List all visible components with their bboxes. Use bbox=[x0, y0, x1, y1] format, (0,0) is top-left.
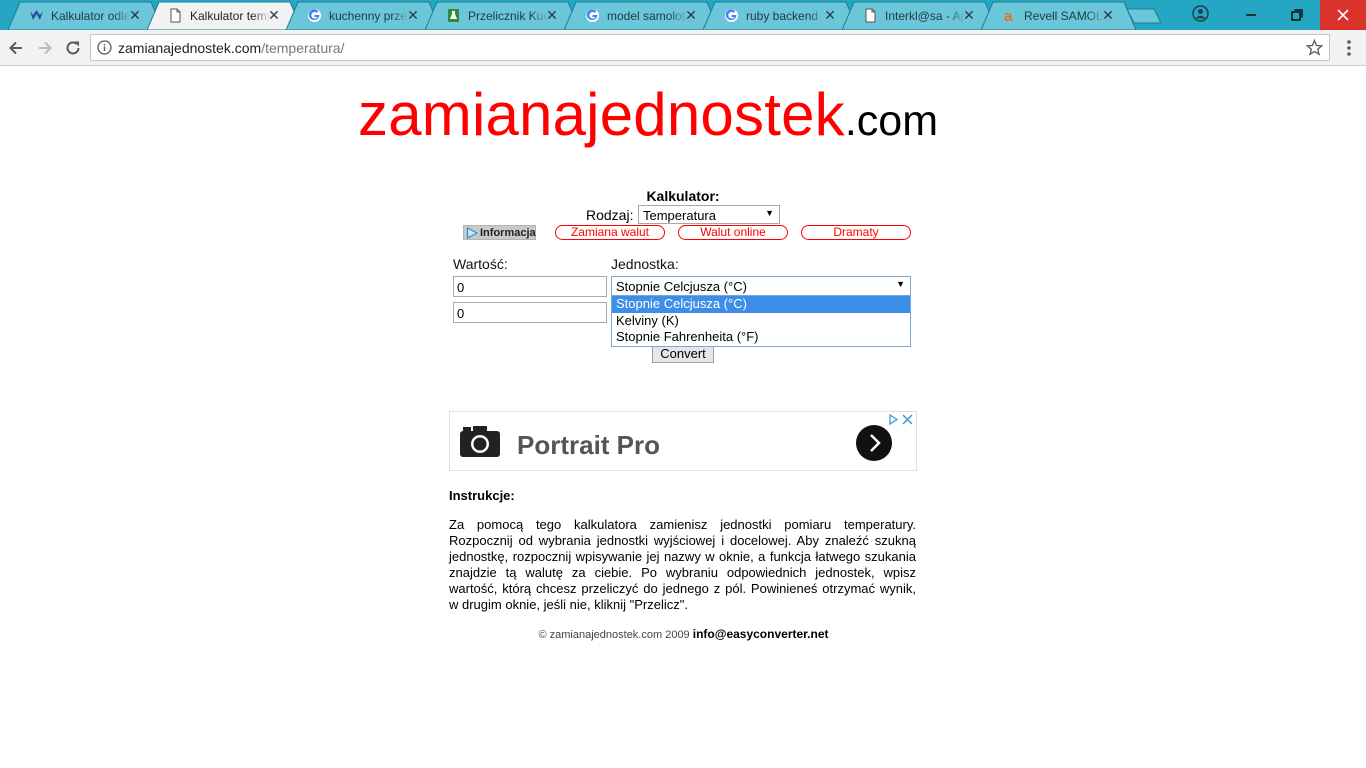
arrow-right-icon[interactable] bbox=[855, 424, 893, 462]
unit-select-value: Stopnie Celcjusza (°C) bbox=[616, 279, 747, 294]
calculator-logo-icon bbox=[30, 10, 43, 20]
convert-button[interactable]: Convert bbox=[652, 345, 714, 363]
tab-przelicznik-kuchenny[interactable]: Przelicznik Kuchenny ✕ bbox=[425, 1, 580, 30]
url-text: zamianajednostek.com/temperatura/ bbox=[118, 40, 344, 56]
amazon-icon: a bbox=[1004, 8, 1013, 23]
unit-select[interactable]: Stopnie Celcjusza (°C) ▼ bbox=[611, 276, 911, 296]
tab-title: Revell SAMOLOTY bbox=[1024, 9, 1104, 23]
link-dramaty[interactable]: Dramaty bbox=[801, 225, 911, 240]
tab-kalkulator-odleglosci[interactable]: Kalkulator odległości ✕ bbox=[8, 1, 163, 30]
value-label: Wartość: bbox=[453, 256, 508, 272]
tab-title: Kalkulator odległości bbox=[51, 9, 131, 23]
link-walut-online[interactable]: Walut online bbox=[678, 225, 788, 240]
unit-option-kelvin[interactable]: Kelviny (K) bbox=[612, 313, 910, 330]
tab-strip: Kalkulator odległości ✕ Kalkulator tempe… bbox=[0, 0, 1366, 30]
camera-icon bbox=[460, 426, 500, 457]
close-icon[interactable]: ✕ bbox=[545, 7, 559, 23]
tab-interklasa[interactable]: Interkl@sa - Aplikacje ✕ bbox=[842, 1, 997, 30]
instructions-title: Instrukcje: bbox=[449, 488, 515, 503]
type-label: Rodzaj: bbox=[586, 207, 634, 223]
unit-dropdown-list[interactable]: Stopnie Celcjusza (°C) Kelviny (K) Stopn… bbox=[611, 295, 911, 347]
forward-arrow-icon[interactable] bbox=[35, 38, 55, 58]
ad-title: Portrait Pro bbox=[517, 430, 661, 460]
calculator-title: Kalkulator: bbox=[646, 188, 720, 204]
info-icon[interactable] bbox=[97, 40, 112, 55]
close-icon bbox=[1337, 9, 1349, 21]
unit-label: Jednostka: bbox=[611, 256, 679, 272]
google-icon bbox=[725, 9, 738, 22]
flask-icon bbox=[448, 9, 459, 22]
google-icon bbox=[308, 9, 321, 22]
minimize-button[interactable] bbox=[1228, 0, 1274, 30]
tab-kalkulator-temperatury[interactable]: Kalkulator temperatury ✕ bbox=[147, 1, 302, 30]
close-icon[interactable]: ✕ bbox=[128, 7, 142, 23]
tab-title: model samolotu bbox=[607, 9, 687, 23]
menu-dots-icon[interactable] bbox=[1341, 38, 1357, 58]
close-icon[interactable]: ✕ bbox=[1101, 7, 1115, 23]
restore-button[interactable] bbox=[1274, 0, 1320, 30]
browser-toolbar: zamianajednostek.com/temperatura/ bbox=[0, 30, 1366, 66]
tab-kuchenny-przelicznik[interactable]: kuchenny przelicznik ✕ bbox=[286, 1, 441, 30]
tab-ruby-backend[interactable]: ruby backend ✕ bbox=[703, 1, 858, 30]
tab-title: kuchenny przelicznik bbox=[329, 9, 409, 23]
logo-main-text: zamianajednostek bbox=[358, 81, 845, 148]
close-icon[interactable]: ✕ bbox=[684, 7, 698, 23]
close-icon[interactable]: ✕ bbox=[406, 7, 420, 23]
back-arrow-icon[interactable] bbox=[6, 38, 26, 58]
tab-title: Przelicznik Kuchenny bbox=[468, 9, 548, 23]
unit-option-celsius[interactable]: Stopnie Celcjusza (°C) bbox=[612, 296, 910, 313]
window-close-button[interactable] bbox=[1320, 0, 1366, 30]
svg-text:a: a bbox=[1004, 8, 1013, 23]
page-icon bbox=[170, 8, 181, 23]
close-icon[interactable]: ✕ bbox=[823, 7, 837, 23]
info-button[interactable]: Informacja bbox=[463, 225, 536, 240]
value-input-from[interactable]: 0 bbox=[453, 276, 607, 297]
tab-model-samolotu[interactable]: model samolotu ✕ bbox=[564, 1, 719, 30]
type-select[interactable]: Temperatura ▼ bbox=[638, 205, 780, 224]
close-icon[interactable]: ✕ bbox=[267, 7, 281, 23]
google-icon bbox=[586, 9, 599, 22]
footer-email-link[interactable]: info@easyconverter.net bbox=[693, 627, 829, 641]
url-path: /temperatura/ bbox=[261, 40, 345, 56]
profile-icon[interactable] bbox=[1192, 5, 1209, 22]
adchoices-icon[interactable] bbox=[887, 413, 915, 426]
minimize-icon bbox=[1246, 14, 1256, 16]
tab-title: ruby backend bbox=[746, 9, 819, 23]
footer-copyright: © zamianajednostek.com 2009 bbox=[538, 629, 690, 641]
tab-revell-samoloty[interactable]: a Revell SAMOLOTY ✕ bbox=[981, 1, 1136, 30]
site-logo[interactable]: zamianajednostek.com bbox=[358, 80, 1008, 150]
link-zamiana-walut[interactable]: Zamiana walut bbox=[555, 225, 665, 240]
bookmark-star-icon[interactable] bbox=[1306, 39, 1323, 56]
value-input-to[interactable]: 0 bbox=[453, 302, 607, 323]
play-icon bbox=[466, 227, 478, 239]
value-input-to-text: 0 bbox=[457, 306, 465, 321]
ad-banner[interactable]: Portrait Pro bbox=[449, 411, 917, 471]
page-icon bbox=[865, 8, 876, 23]
new-tab-button[interactable] bbox=[1126, 8, 1162, 24]
value-input-from-text: 0 bbox=[457, 280, 465, 295]
chevron-down-icon: ▼ bbox=[765, 208, 774, 218]
tab-title: Interkl@sa - Aplikacje bbox=[885, 9, 965, 23]
address-bar[interactable]: zamianajednostek.com/temperatura/ bbox=[90, 34, 1330, 61]
unit-option-fahrenheit[interactable]: Stopnie Fahrenheita (°F) bbox=[612, 329, 910, 346]
reload-icon[interactable] bbox=[63, 38, 83, 58]
tab-title: Kalkulator temperatury bbox=[190, 9, 270, 23]
info-button-label: Informacja bbox=[480, 227, 536, 239]
url-host: zamianajednostek.com bbox=[118, 40, 262, 56]
footer: © zamianajednostek.com 2009 info@easycon… bbox=[450, 627, 917, 641]
logo-tld-text: .com bbox=[844, 97, 939, 145]
instructions-text: Za pomocą tego kalkulatora zamienisz jed… bbox=[449, 517, 916, 612]
close-icon[interactable]: ✕ bbox=[962, 7, 976, 23]
restore-icon bbox=[1291, 9, 1303, 21]
type-select-value: Temperatura bbox=[643, 208, 716, 223]
chevron-down-icon: ▼ bbox=[896, 279, 905, 289]
